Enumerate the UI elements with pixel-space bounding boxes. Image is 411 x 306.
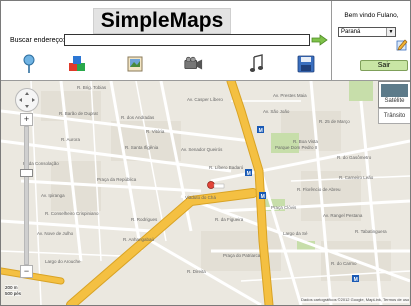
user-panel: Bem vindo Fulano, Paraná ▼ Sair xyxy=(331,1,410,80)
gallery-icon[interactable] xyxy=(125,53,145,75)
street-label: Av. Senador Queirós xyxy=(181,147,223,152)
zoom-slider-track[interactable] xyxy=(24,126,29,265)
svg-text:M: M xyxy=(259,128,263,134)
video-camera-icon[interactable] xyxy=(183,53,203,75)
edit-pencil-icon[interactable] xyxy=(395,38,408,51)
music-note-icon[interactable] xyxy=(247,53,267,75)
svg-text:M: M xyxy=(354,277,358,283)
traffic-button[interactable]: Trânsito xyxy=(378,108,410,124)
street-label: Viaduto do Chá xyxy=(185,195,216,200)
pan-down-icon xyxy=(25,105,29,108)
street-label: R. Conselheiro Crispiniano xyxy=(45,211,99,216)
street-label: R. Tabatinguera xyxy=(355,229,387,234)
street-label: R. Vitória xyxy=(146,129,165,134)
app-window: SimpleMaps Buscar endereço: Bem vindo Fu… xyxy=(0,0,411,306)
satellite-label: Satélite xyxy=(384,98,405,104)
scale-bar-metric: 200 m xyxy=(5,285,18,290)
zoom-in-button[interactable]: + xyxy=(20,113,33,126)
exit-button[interactable]: Sair xyxy=(360,60,408,71)
street-label: R. do Gasômetro xyxy=(337,155,372,160)
street-label: R. Carneiro Leão xyxy=(339,175,374,180)
street-label: R. Barão de Duprat xyxy=(59,111,98,116)
zoom-slider-thumb[interactable] xyxy=(20,169,33,177)
street-label: R. Aurora xyxy=(61,137,81,142)
street-label: Largo da Sé xyxy=(283,231,308,236)
welcome-text: Bem vindo Fulano, xyxy=(344,12,399,19)
street-label: R. Brig. Tobias xyxy=(77,85,107,90)
address-search-input[interactable] xyxy=(64,34,310,46)
street-label: R. Florêncio de Abreu xyxy=(297,187,341,192)
satellite-thumbnail xyxy=(381,84,408,97)
svg-text:M: M xyxy=(261,194,265,200)
app-title: SimpleMaps xyxy=(100,9,224,32)
pan-up-icon xyxy=(25,92,29,95)
map-attribution[interactable]: Dados cartográficos ©2012 Google, MapLin… xyxy=(301,297,410,303)
search-label: Buscar endereço: xyxy=(10,37,65,44)
street-label: Praça Clóvis xyxy=(271,205,297,210)
title-box: SimpleMaps xyxy=(93,8,231,34)
street-label: Av. Casper Líbero xyxy=(187,97,223,102)
street-label: Av. Ipiranga xyxy=(41,193,65,198)
header-bar: SimpleMaps Buscar endereço: Bem vindo Fu… xyxy=(1,1,410,81)
search-go-arrow-icon[interactable] xyxy=(311,33,328,46)
state-select-value: Paraná xyxy=(341,29,361,35)
street-label: Praça da República xyxy=(97,177,137,182)
street-label: Av. São João xyxy=(263,109,290,114)
state-select[interactable]: Paraná ▼ xyxy=(338,27,396,37)
map-pin-icon[interactable] xyxy=(19,53,39,75)
layers-cubes-icon[interactable] xyxy=(67,53,87,75)
street-label: Av. Prestes Maia xyxy=(273,93,307,98)
save-disk-icon[interactable] xyxy=(296,53,316,75)
street-label: R. dos Andradas xyxy=(121,115,155,120)
street-label: Largo do Arouche xyxy=(45,259,81,264)
street-label: R. Boa Vista xyxy=(293,139,318,144)
svg-text:M: M xyxy=(247,171,251,177)
map-canvas[interactable]: M M M M R. Brig. Tobias Av. Casper Líber… xyxy=(1,81,410,305)
chevron-down-icon[interactable]: ▼ xyxy=(386,28,395,36)
street-label: R. Líbero Badaró xyxy=(209,165,244,170)
street-label: R. do Carmo xyxy=(331,261,357,266)
street-label: R. Santa Ifigênia xyxy=(125,145,159,150)
street-label: Av. Nove de Julho xyxy=(37,231,74,236)
street-label: R. Rodrigues xyxy=(131,217,158,222)
pan-control[interactable] xyxy=(15,88,39,112)
scale-bar-imperial: 500 pés xyxy=(5,291,22,296)
pan-right-icon xyxy=(32,98,35,102)
street-label: R. Direita xyxy=(187,269,206,274)
zoom-out-button[interactable]: − xyxy=(20,265,33,278)
street-label: R. Anhangabaú xyxy=(123,237,155,242)
street-label: Praça do Patriarca xyxy=(223,253,261,258)
satellite-button[interactable]: Satélite xyxy=(378,81,410,108)
street-label: Av. Rangel Pestana xyxy=(323,213,363,218)
street-label: R. 25 de Março xyxy=(319,119,350,124)
street-label: Parque Dom Pedro II xyxy=(275,145,318,150)
street-label: R. da Figueira xyxy=(215,217,244,222)
pan-left-icon xyxy=(19,98,22,102)
